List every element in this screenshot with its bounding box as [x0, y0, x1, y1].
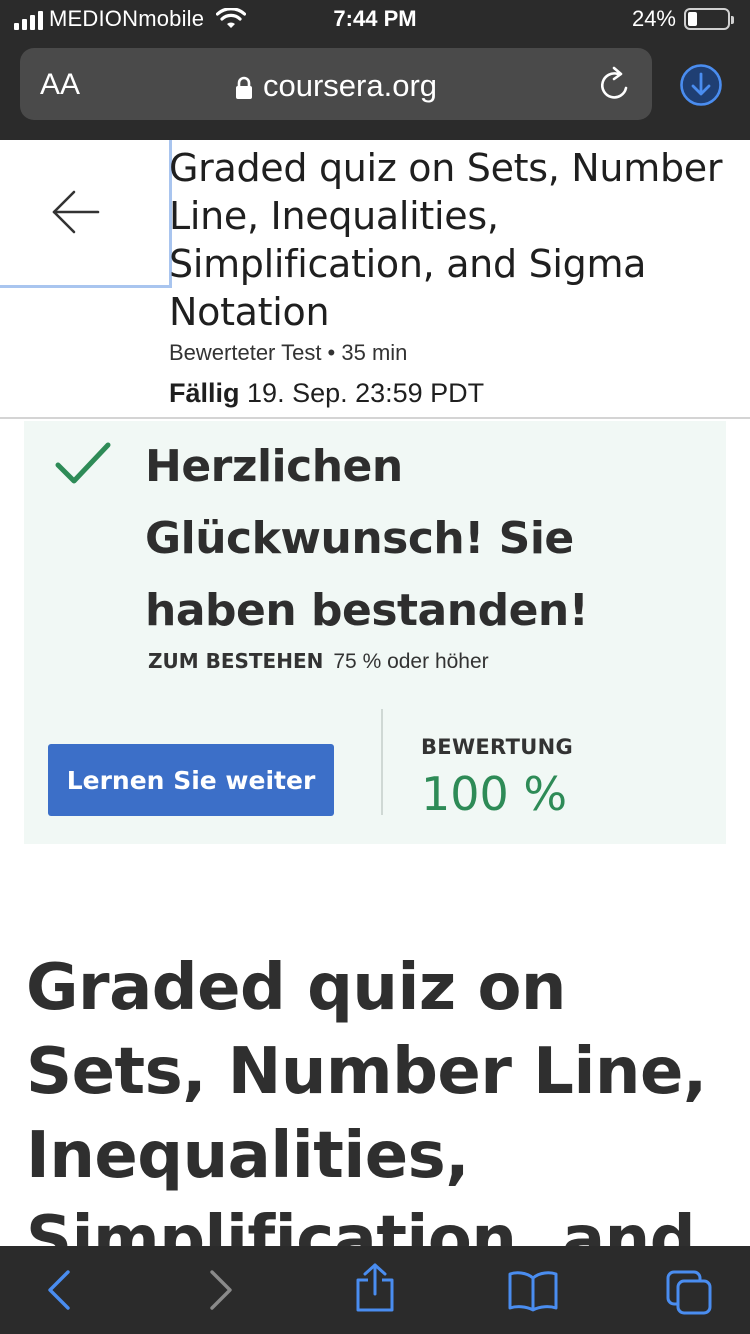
quiz-header: Graded quiz on Sets, Number Line, Inequa…	[0, 140, 750, 419]
browser-chrome: AA coursera.org	[0, 40, 750, 140]
status-bar: MEDIONmobile 7:44 PM 24%	[0, 0, 750, 40]
pass-value: 75 % oder höher	[333, 650, 489, 673]
share-icon[interactable]	[352, 1262, 398, 1314]
due-label: Fällig	[169, 378, 240, 408]
divider	[381, 709, 383, 815]
pass-threshold: ZUM BESTEHEN 75 % oder höher	[148, 649, 489, 674]
page-title: Graded quiz on Sets, Number Line, Inequa…	[26, 951, 707, 1277]
pass-label: ZUM BESTEHEN	[148, 649, 324, 673]
header-title: Graded quiz on Sets, Number Line, Inequa…	[169, 146, 723, 334]
browser-toolbar	[0, 1246, 750, 1334]
battery-icon	[684, 8, 734, 30]
url-text: coursera.org	[262, 68, 438, 103]
back-icon[interactable]	[40, 1268, 80, 1312]
battery-percent: 24%	[631, 6, 676, 31]
bookmarks-icon[interactable]	[506, 1268, 560, 1312]
result-panel: Herzlichen Glückwunsch! Sie haben bestan…	[24, 421, 726, 844]
tabs-icon[interactable]	[664, 1268, 714, 1316]
quiz-meta: Bewerteter Test • 35 min	[169, 340, 408, 365]
address-bar[interactable]: AA coursera.org	[20, 48, 652, 120]
pass-message: Herzlichen Glückwunsch! Sie haben bestan…	[145, 441, 589, 636]
due-date: Fällig 19. Sep. 23:59 PDT	[169, 378, 484, 409]
status-right: 24%	[631, 6, 734, 32]
lock-icon	[235, 76, 252, 99]
arrow-left-icon	[52, 190, 100, 234]
url-display[interactable]: coursera.org	[20, 68, 652, 104]
grade-label: BEWERTUNG	[421, 735, 573, 759]
grade-value: 100 %	[421, 767, 568, 821]
reload-icon[interactable]	[596, 64, 634, 104]
checkmark-icon	[55, 442, 111, 484]
continue-learning-button[interactable]: Lernen Sie weiter	[48, 744, 334, 816]
due-value: 19. Sep. 23:59 PDT	[247, 378, 485, 408]
back-button[interactable]	[0, 140, 172, 288]
forward-icon[interactable]	[200, 1268, 240, 1312]
download-icon[interactable]	[678, 62, 724, 108]
